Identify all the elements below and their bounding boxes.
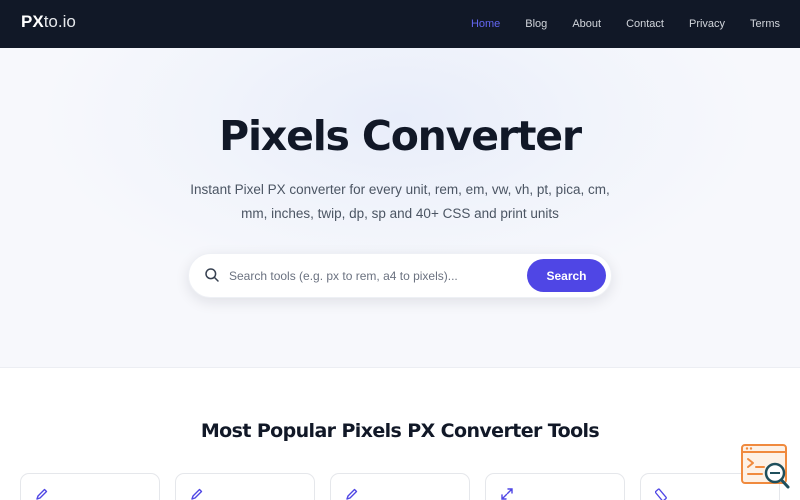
floating-help-widget[interactable] [740,443,792,491]
popular-tools-title: Most Popular Pixels PX Converter Tools [200,420,600,442]
hero-section: Pixels Converter Instant Pixel PX conver… [0,48,800,368]
page-title: Pixels Converter [219,112,582,160]
nav-link-home[interactable]: Home [471,18,500,30]
tool-card[interactable] [20,473,160,500]
search-input[interactable] [229,264,519,288]
nav-link-about[interactable]: About [572,18,601,30]
search-bar: Search [188,253,612,298]
nav-link-contact[interactable]: Contact [626,18,664,30]
logo-strong-text: PX [21,12,44,31]
tool-card[interactable] [485,473,625,500]
pencil-icon [345,487,359,500]
nav-link-blog[interactable]: Blog [525,18,547,30]
pencil-icon [190,487,204,500]
site-logo[interactable]: PXto.io [21,12,76,32]
hero-subtitle: Instant Pixel PX converter for every uni… [190,182,610,221]
nav-link-privacy[interactable]: Privacy [689,18,725,30]
search-icon [204,267,220,283]
tool-card[interactable] [330,473,470,500]
code-search-icon [740,444,792,495]
logo-light-text: to.io [43,12,76,31]
expand-arrows-icon [500,487,514,500]
pencil-icon [35,487,49,500]
main-nav: Home Blog About Contact Privacy Terms [446,0,780,48]
ruler-icon [654,487,669,500]
tool-card[interactable] [175,473,315,500]
top-navbar: PXto.io Home Blog About Contact Privacy … [0,0,800,48]
search-button[interactable]: Search [527,259,606,292]
nav-link-terms[interactable]: Terms [750,18,780,30]
